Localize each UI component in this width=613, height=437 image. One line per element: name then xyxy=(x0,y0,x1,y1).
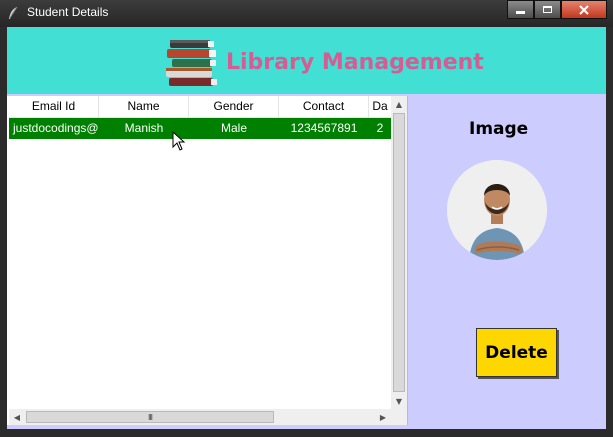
minimize-button[interactable] xyxy=(507,0,534,19)
app-window: Student Details Library Management Email… xyxy=(0,0,613,437)
image-label: Image xyxy=(469,119,529,139)
table-header: Email Id Name Gender Contact Da xyxy=(9,96,391,118)
scroll-down-arrow-icon[interactable]: ▼ xyxy=(391,393,407,409)
column-name[interactable]: Name xyxy=(99,96,189,117)
student-table[interactable]: Email Id Name Gender Contact Da justdoco… xyxy=(7,96,408,425)
books-icon xyxy=(166,40,217,86)
scroll-left-arrow-icon[interactable]: ◀ xyxy=(9,409,25,425)
close-icon xyxy=(579,4,589,15)
vertical-scroll-thumb[interactable] xyxy=(393,113,405,392)
cell-date: 2 xyxy=(376,121,384,135)
column-email-id[interactable]: Email Id xyxy=(9,96,99,117)
close-button[interactable] xyxy=(561,0,607,19)
student-photo xyxy=(447,160,547,260)
horizontal-scroll-thumb[interactable]: III xyxy=(26,411,274,423)
minimize-icon xyxy=(516,11,525,14)
mouse-cursor-icon xyxy=(172,131,186,151)
scroll-up-arrow-icon[interactable]: ▲ xyxy=(391,96,407,112)
vertical-scrollbar[interactable]: ▲ ▼ xyxy=(391,96,407,409)
cell-email: justdocodings@ xyxy=(13,121,99,135)
app-title: Library Management xyxy=(226,50,484,75)
window-title: Student Details xyxy=(27,5,109,19)
scroll-right-arrow-icon[interactable]: ▶ xyxy=(375,409,391,425)
window-controls xyxy=(507,0,607,19)
maximize-icon xyxy=(543,6,552,13)
feather-icon xyxy=(9,6,18,19)
scrollbar-corner xyxy=(391,409,407,425)
header-banner: Library Management xyxy=(7,27,606,94)
delete-button[interactable]: Delete xyxy=(476,328,557,377)
person-photo-icon xyxy=(447,160,547,260)
client-area: Library Management Email Id Name Gender … xyxy=(7,27,606,429)
table-row[interactable]: justdocodings@ Manish Male 1234567891 2 xyxy=(9,118,391,139)
column-date[interactable]: Da xyxy=(369,96,391,117)
maximize-button[interactable] xyxy=(534,0,561,19)
horizontal-scrollbar[interactable]: ◀ III ▶ xyxy=(9,409,391,425)
column-contact[interactable]: Contact xyxy=(279,96,369,117)
cell-contact: 1234567891 xyxy=(290,121,358,135)
cell-gender: Male xyxy=(220,121,247,135)
title-bar[interactable]: Student Details xyxy=(0,0,613,27)
window-bottom-border xyxy=(7,429,606,437)
column-gender[interactable]: Gender xyxy=(189,96,279,117)
